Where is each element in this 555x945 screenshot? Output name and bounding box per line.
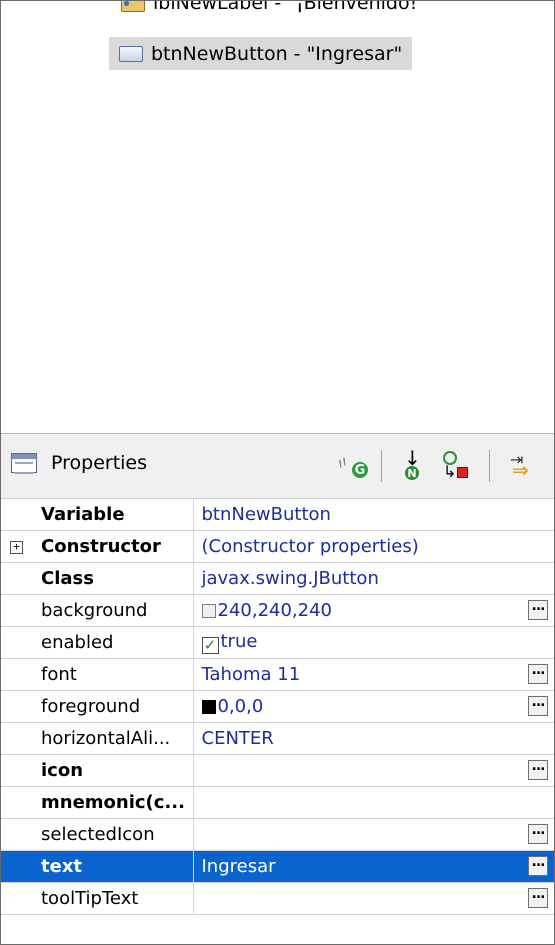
properties-table: Variable btnNewButton + Constructor (Cons… — [1, 499, 554, 915]
property-name: Constructor — [41, 536, 161, 557]
property-name: horizontalAli... — [1, 722, 194, 755]
color-swatch — [201, 604, 216, 618]
component-tree: lblNewLabel - "¡Bienvenido!" btnNewButto… — [1, 1, 554, 431]
property-value: 0,0,0 — [217, 696, 264, 717]
property-row-text[interactable]: text Ingresar ... — [1, 850, 554, 883]
property-value-cell[interactable]: Ingresar ... — [193, 850, 554, 883]
property-row-enabled[interactable]: enabled ✓ true — [1, 626, 554, 659]
property-row-font[interactable]: font Tahoma 11 ... — [1, 658, 554, 691]
toolbar-separator — [489, 450, 490, 482]
ellipsis-button[interactable]: ... — [528, 759, 548, 780]
convert-local-to-field-button[interactable]: ↳ — [439, 450, 471, 481]
property-value[interactable]: CENTER — [193, 722, 554, 755]
show-events-icon: 〃 — [331, 451, 355, 476]
property-name: foreground — [1, 690, 194, 723]
tree-item-lblnewlabel[interactable]: lblNewLabel - "¡Bienvenido!" — [119, 0, 426, 18]
property-name: toolTipText — [1, 882, 194, 915]
ellipsis-button[interactable]: ... — [528, 855, 548, 876]
property-value[interactable]: btnNewButton — [193, 499, 554, 531]
property-row-background[interactable]: background 240,240,240 ... — [1, 594, 554, 627]
property-value-cell[interactable]: ... — [193, 754, 554, 787]
property-value[interactable]: (Constructor properties) — [193, 530, 554, 563]
show-events-button[interactable]: 〃 G — [331, 450, 369, 480]
property-row-variable[interactable]: Variable btnNewButton — [1, 499, 554, 531]
property-value-cell[interactable]: ... — [193, 882, 554, 915]
property-row-icon[interactable]: icon ... — [1, 754, 554, 787]
properties-title: Properties — [51, 452, 148, 474]
property-row-mnemonic[interactable]: mnemonic(c... — [1, 786, 554, 819]
property-name: icon — [1, 754, 194, 787]
goto-definition-button[interactable]: ↓ N — [398, 446, 428, 480]
property-name: Variable — [1, 499, 194, 531]
green-g-icon: G — [352, 462, 368, 478]
tree-item-label: btnNewButton - "Ingresar" — [151, 42, 403, 65]
ellipsis-button[interactable]: ... — [528, 887, 548, 908]
property-row-foreground[interactable]: foreground 0,0,0 ... — [1, 690, 554, 723]
enabled-checkbox[interactable]: ✓ — [201, 637, 219, 654]
color-swatch — [201, 700, 216, 714]
property-row-selectedicon[interactable]: selectedIcon ... — [1, 818, 554, 851]
orange-arrow-icon: ⇒ — [512, 458, 529, 482]
ellipsis-button[interactable]: ... — [528, 695, 548, 716]
tree-item-label: lblNewLabel - "¡Bienvenido!" — [153, 0, 426, 14]
property-name-cell: + Constructor — [1, 530, 194, 563]
property-name: font — [1, 658, 194, 691]
property-row-class[interactable]: Class javax.swing.JButton — [1, 562, 554, 595]
properties-panel: Properties 〃 G ↓ N ↳ ⇥ ⇒ Variable btnNew… — [1, 433, 554, 944]
property-name: text — [1, 850, 194, 883]
properties-tab[interactable]: Properties — [11, 452, 147, 474]
property-value: true — [220, 631, 258, 652]
properties-icon — [11, 453, 37, 474]
button-icon — [119, 45, 143, 62]
property-value[interactable] — [193, 786, 554, 819]
property-value[interactable]: javax.swing.JButton — [193, 562, 554, 595]
property-value-cell[interactable]: 0,0,0 ... — [193, 690, 554, 723]
property-name: Class — [1, 562, 194, 595]
property-row-constructor[interactable]: + Constructor (Constructor properties) — [1, 530, 554, 563]
ellipsis-button[interactable]: ... — [528, 823, 548, 844]
property-value: Tahoma 11 — [201, 664, 301, 685]
arrow-icon: ↳ — [443, 462, 457, 481]
toolbar-separator — [381, 450, 382, 482]
property-name: enabled — [1, 626, 194, 659]
n-badge-icon: N — [405, 466, 419, 480]
property-value: Ingresar — [201, 856, 276, 877]
property-value-cell[interactable]: ✓ true — [193, 626, 554, 659]
property-row-tooltiptext[interactable]: toolTipText ... — [1, 882, 554, 915]
ellipsis-button[interactable]: ... — [528, 663, 548, 684]
property-value-cell[interactable]: Tahoma 11 ... — [193, 658, 554, 691]
property-name: background — [1, 594, 194, 627]
property-name: selectedIcon — [1, 818, 194, 851]
property-value: 240,240,240 — [217, 600, 333, 621]
designer-window: lblNewLabel - "¡Bienvenido!" btnNewButto… — [0, 0, 555, 945]
expand-toggle[interactable]: + — [10, 541, 23, 554]
property-name: mnemonic(c... — [1, 786, 194, 819]
property-row-horizontal-alignment[interactable]: horizontalAli... CENTER — [1, 722, 554, 755]
properties-header: Properties 〃 G ↓ N ↳ ⇥ ⇒ — [1, 434, 554, 499]
property-value-cell[interactable]: ... — [193, 818, 554, 851]
export-button[interactable]: ⇥ ⇒ — [506, 450, 540, 482]
property-value-cell[interactable]: 240,240,240 ... — [193, 594, 554, 627]
ellipsis-button[interactable]: ... — [528, 599, 548, 620]
red-square-icon — [457, 467, 468, 478]
label-icon — [119, 1, 145, 12]
tree-item-btnnewbutton[interactable]: btnNewButton - "Ingresar" — [109, 37, 413, 70]
